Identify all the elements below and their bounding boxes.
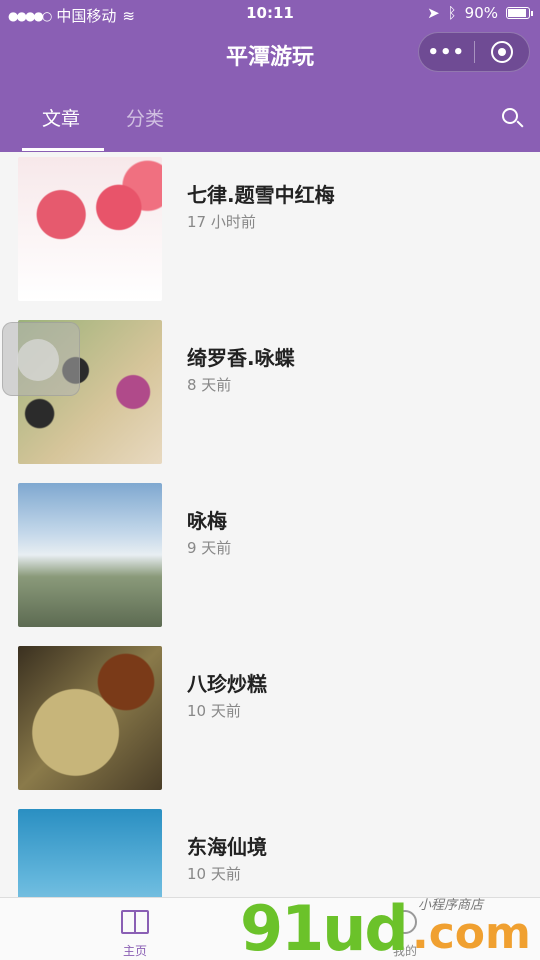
article-time: 10 天前 <box>187 702 241 720</box>
article-item-2[interactable]: 绮罗香.咏蝶 8 天前 <box>0 315 540 478</box>
article-time: 9 天前 <box>187 539 232 557</box>
status-right: ➤ ᛒ 90% <box>427 4 533 22</box>
user-icon <box>393 910 417 934</box>
location-icon: ➤ <box>427 4 440 22</box>
bottom-nav: 主页 我的 <box>0 897 540 960</box>
more-button[interactable]: ••• <box>419 33 474 71</box>
bluetooth-icon: ᛒ <box>447 4 457 22</box>
battery-percent: 90% <box>464 4 498 22</box>
close-mini-program-button[interactable] <box>475 33 530 71</box>
article-item-5[interactable]: 东海仙境 10 天前 <box>0 804 540 897</box>
article-time: 8 天前 <box>187 376 232 394</box>
article-item-4[interactable]: 八珍炒糕 10 天前 <box>0 641 540 804</box>
article-thumbnail <box>18 483 162 627</box>
article-thumbnail <box>18 809 162 897</box>
nav-home[interactable]: 主页 <box>75 898 195 960</box>
article-title: 八珍炒糕 <box>187 672 267 696</box>
tab-bar: 文章 分类 <box>0 80 540 152</box>
status-bar: ●●●●○ 中国移动 ≋ 10:11 ➤ ᛒ 90% <box>0 0 540 28</box>
nav-bar: 平潭游玩 ••• <box>0 28 540 80</box>
article-item-1[interactable]: 七律.题雪中红梅 17 小时前 <box>0 152 540 315</box>
article-thumbnail <box>18 646 162 790</box>
more-dots-icon: ••• <box>427 41 465 63</box>
article-title: 绮罗香.咏蝶 <box>187 346 295 370</box>
article-title: 七律.题雪中红梅 <box>187 183 335 207</box>
nav-mine-label: 我的 <box>392 944 417 958</box>
article-time: 10 天前 <box>187 865 241 883</box>
article-thumbnail <box>18 157 162 301</box>
article-title: 东海仙境 <box>187 835 267 859</box>
article-title: 咏梅 <box>187 509 227 533</box>
search-icon[interactable] <box>502 108 518 124</box>
article-list: 七律.题雪中红梅 17 小时前 绮罗香.咏蝶 8 天前 咏梅 9 天前 八珍炒糕… <box>0 152 540 897</box>
nav-home-label: 主页 <box>122 944 147 958</box>
tab-articles[interactable]: 文章 <box>42 104 80 131</box>
tab-categories[interactable]: 分类 <box>126 104 164 131</box>
mini-program-capsule: ••• <box>418 32 530 72</box>
active-tab-indicator <box>22 148 104 151</box>
nav-mine[interactable]: 我的 <box>345 898 465 960</box>
target-icon <box>490 41 513 63</box>
article-time: 17 小时前 <box>187 213 256 231</box>
book-icon <box>121 910 149 934</box>
assistive-touch-button[interactable] <box>2 322 80 396</box>
article-item-3[interactable]: 咏梅 9 天前 <box>0 478 540 641</box>
battery-icon <box>506 7 533 19</box>
